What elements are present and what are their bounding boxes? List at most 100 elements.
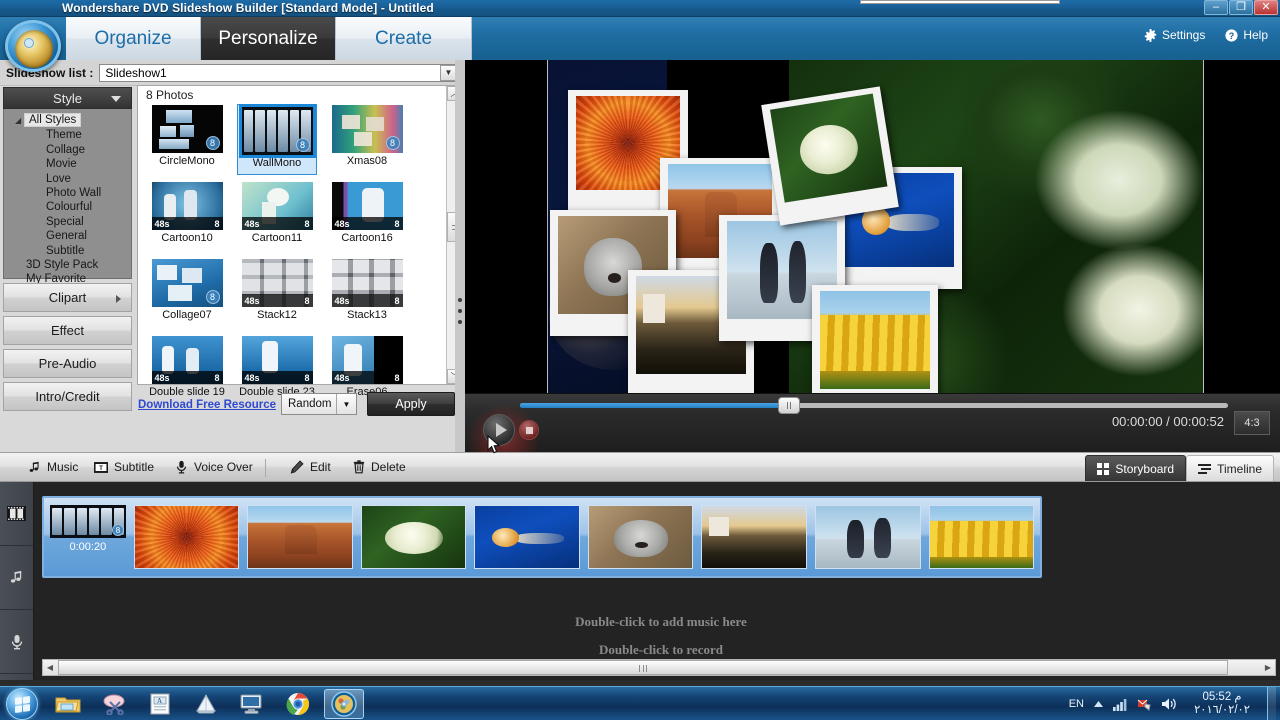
sidebar-item-general[interactable]: General [4,229,131,243]
style-name: CircleMono [159,155,215,167]
storyboard-photo-penguins[interactable] [814,505,921,569]
style-cell[interactable]: 48s 8 Stack12 [237,258,317,329]
photo-jellyfish [475,506,579,568]
style-name: Cartoon10 [161,232,213,244]
subtitle-button[interactable]: T Subtitle [94,460,154,474]
remote-desktop-icon[interactable] [232,689,272,719]
add-music-hint[interactable]: Double-click to add music here [42,614,1280,630]
snipping-tool-icon[interactable] [94,689,134,719]
voice-over-button[interactable]: Voice Over [175,460,253,474]
storyboard-area: 8 0:00:20 Double-click to add music here… [0,482,1280,680]
storyboard-photo-jellyfish[interactable] [474,505,580,569]
sidebar-item-colourful[interactable]: Colourful [4,200,131,214]
chrome-icon[interactable] [278,689,318,719]
style-cell-selected[interactable]: 8 WallMono [237,104,317,175]
scroll-right-button[interactable]: ▶ [1261,660,1275,675]
action-center-icon[interactable] [1137,697,1152,711]
sidebar-item-3d-style-pack[interactable]: 3D Style Pack [4,258,131,272]
close-button[interactable]: ✕ [1254,0,1278,15]
panel-splitter[interactable] [455,60,465,452]
style-cell[interactable]: 48s 8 Cartoon11 [237,181,317,252]
scrollbar-thumb[interactable] [58,660,1228,675]
show-hidden-icons-button[interactable] [1093,700,1104,709]
file-explorer-icon[interactable] [48,689,88,719]
tab-organize[interactable]: Organize [66,17,201,60]
sidebar-item-photo-wall[interactable]: Photo Wall [4,186,131,200]
volume-icon[interactable] [1161,697,1177,711]
style-cell[interactable]: 48s 8 Stack13 [327,258,407,329]
style-cell[interactable]: 48s 8 Cartoon16 [327,181,407,252]
pre-audio-button[interactable]: Pre-Audio [3,349,132,378]
photo-koala [588,506,693,568]
text-document-icon[interactable]: A [140,689,180,719]
clipart-button[interactable]: Clipart [3,283,132,312]
style-name: Collage07 [162,309,212,321]
storyboard-strip[interactable]: 8 0:00:20 [42,496,1042,578]
maximize-button[interactable]: ❐ [1229,0,1253,15]
sidebar-item-all-styles[interactable]: ◢ All Styles [4,113,131,128]
style-section-header[interactable]: Style [3,87,132,109]
network-icon[interactable] [1113,698,1128,711]
style-thumbnail: 8 [151,105,223,153]
sidebar-item-special[interactable]: Special [4,215,131,229]
transition-select[interactable]: Random ▼ [281,393,357,415]
sidebar-item-movie[interactable]: Movie [4,157,131,171]
music-button[interactable]: Music [28,460,78,474]
voice-over-label: Voice Over [194,460,253,474]
storyboard-horizontal-scrollbar[interactable]: ◀ ▶ [42,659,1276,676]
settings-button[interactable]: Settings [1144,28,1205,42]
sidebar-item-theme[interactable]: Theme [4,128,131,142]
storyboard-photo-orange-flower[interactable] [133,505,240,569]
video-track-header[interactable] [0,482,33,546]
slideshow-select[interactable]: Slideshow1 ▼ [99,63,459,82]
start-button[interactable] [6,688,38,720]
style-duration: 48s 8 [241,217,313,230]
tab-create[interactable]: Create [336,17,472,60]
storyboard-photo-white-hydrangea[interactable] [360,505,467,569]
help-button[interactable]: ? Help [1225,28,1268,42]
record-hint[interactable]: Double-click to record [42,642,1280,658]
edit-button[interactable]: Edit [290,460,331,474]
minimize-button[interactable]: – [1204,0,1228,15]
sidebar-item-subtitle[interactable]: Subtitle [4,244,131,258]
tab-storyboard[interactable]: Storyboard [1085,455,1187,481]
storyboard-style-item[interactable]: 8 0:00:20 [50,505,126,569]
storyboard-photo-koala[interactable] [587,505,694,569]
storyboard-photo-desert-mesa[interactable] [247,505,353,569]
scroll-left-button[interactable]: ◀ [43,660,57,675]
seek-slider[interactable] [520,397,1228,414]
seek-slider-thumb[interactable] [778,397,800,414]
intro-credit-button[interactable]: Intro/Credit [3,382,132,411]
chevron-right-icon [116,295,121,303]
style-cell[interactable]: 48s 8 Cartoon10 [147,181,227,252]
preview-area[interactable] [465,60,1280,393]
delete-button[interactable]: Delete [353,460,406,474]
notepad-icon[interactable] [186,689,226,719]
tab-personalize[interactable]: Personalize [201,17,336,60]
style-thumbnail: 48s 8 [241,182,313,230]
style-cell[interactable]: 8 Collage07 [147,258,227,329]
apply-button[interactable]: Apply [367,392,455,416]
style-thumbnail: 48s 8 [331,336,403,384]
style-thumbnail: 48s 8 [151,336,223,384]
photo-count-badge: 8 [112,524,124,536]
wondershare-icon[interactable] [324,689,364,719]
sidebar-item-love[interactable]: Love [4,172,131,186]
sidebar-item-collage[interactable]: Collage [4,143,131,157]
voice-track-header[interactable] [0,610,33,674]
storyboard-photo-lighthouse[interactable] [701,505,807,569]
chevron-down-icon[interactable]: ▼ [336,394,356,414]
stop-button[interactable] [519,420,539,440]
storyboard-photo-yellow-tulips[interactable] [928,505,1035,569]
style-cell[interactable]: 8 Xmas08 [327,104,407,175]
effect-button[interactable]: Effect [3,316,132,345]
music-track-header[interactable] [0,546,33,610]
show-desktop-button[interactable] [1267,687,1276,720]
style-cell[interactable]: 8 CircleMono [147,104,227,175]
tab-timeline[interactable]: Timeline [1186,455,1274,481]
stage-guide-right [1203,60,1204,393]
language-indicator[interactable]: EN [1069,698,1084,710]
taskbar-clock[interactable]: 05:52 م ٢٠١٦/٠٢/٠٢ [1186,691,1258,717]
aspect-ratio-button[interactable]: 4:3 [1234,411,1270,435]
download-free-resource-link[interactable]: Download Free Resource [138,399,276,411]
